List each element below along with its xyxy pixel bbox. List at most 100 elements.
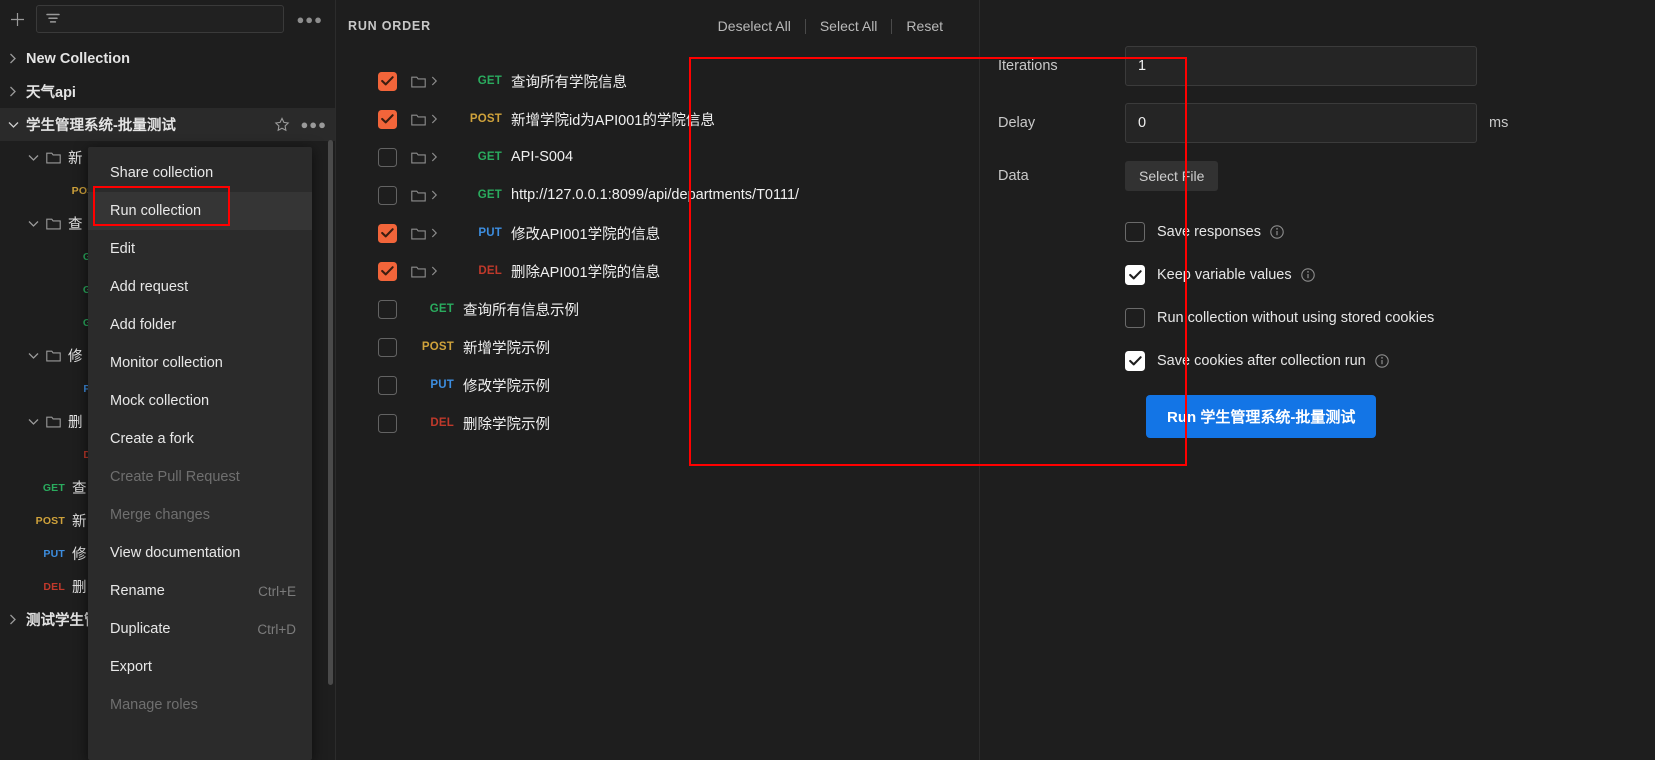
chevron-right-icon[interactable]: [0, 614, 26, 625]
sidebar-item-label: 新: [68, 151, 83, 167]
run-order-checkbox[interactable]: [378, 299, 397, 319]
run-order-row[interactable]: DEL 删除学院示例: [336, 404, 979, 442]
run-order-checkbox[interactable]: [378, 185, 397, 205]
folder-icon: [397, 189, 431, 202]
menu-item-label: Create Pull Request: [110, 469, 240, 485]
iterations-input[interactable]: [1125, 46, 1477, 86]
option-save-responses[interactable]: Save responses: [1125, 210, 1655, 253]
iterations-label: Iterations: [998, 58, 1058, 74]
run-order-list: GET 查询所有学院信息 POST 新增学院id为API001的学院信息 GET…: [336, 52, 979, 442]
sidebar-more-options-icon[interactable]: ●●●: [292, 12, 327, 27]
star-icon[interactable]: [274, 116, 290, 133]
chevron-right-icon: [431, 190, 459, 200]
run-order-row[interactable]: GET API-S004: [336, 138, 979, 176]
info-icon[interactable]: [1270, 224, 1284, 239]
menu-item-label: Monitor collection: [110, 355, 223, 371]
menu-item-share-collection[interactable]: Share collection: [88, 154, 312, 192]
chevron-down-icon[interactable]: [20, 220, 46, 228]
chevron-right-icon: [431, 114, 459, 124]
select-all-button[interactable]: Select All: [806, 18, 892, 34]
save-responses-checkbox[interactable]: [1125, 221, 1145, 242]
collection-more-options-icon[interactable]: ●●●: [290, 117, 327, 132]
run-order-checkbox[interactable]: [378, 337, 397, 357]
info-icon[interactable]: [1375, 353, 1389, 368]
sidebar-item-student-management-collection[interactable]: 学生管理系统-批量测试 ●●●: [0, 108, 335, 141]
chevron-down-icon[interactable]: [20, 154, 46, 162]
chevron-down-icon[interactable]: [20, 418, 46, 426]
menu-item-label: Merge changes: [110, 507, 210, 523]
menu-item-label: Mock collection: [110, 393, 210, 409]
option-keep-variable-values[interactable]: Keep variable values: [1125, 253, 1655, 296]
run-order-checkbox[interactable]: [378, 147, 397, 167]
option-save-cookies-after-run[interactable]: Save cookies after collection run: [1125, 339, 1655, 382]
chevron-right-icon[interactable]: [0, 53, 26, 64]
new-item-button[interactable]: [6, 8, 28, 30]
method-badge: POST: [35, 514, 65, 527]
run-order-checkbox[interactable]: [378, 261, 397, 281]
run-collection-button[interactable]: Run 学生管理系统-批量测试: [1146, 395, 1377, 438]
menu-item-add-request[interactable]: Add request: [88, 268, 312, 306]
folder-icon: [46, 415, 68, 428]
run-order-checkbox[interactable]: [378, 223, 397, 243]
folder-icon: [397, 227, 431, 240]
method-badge: PUT: [478, 227, 502, 239]
menu-item-label: Share collection: [110, 165, 214, 181]
menu-item-create-a-fork[interactable]: Create a fork: [88, 420, 312, 458]
run-without-cookies-checkbox[interactable]: [1125, 307, 1145, 328]
menu-item-add-folder[interactable]: Add folder: [88, 306, 312, 344]
menu-item-edit[interactable]: Edit: [88, 230, 312, 268]
menu-item-run-collection[interactable]: Run collection: [88, 192, 312, 230]
deselect-all-button[interactable]: Deselect All: [704, 18, 805, 34]
sidebar-item-label: 天气api: [26, 85, 76, 101]
search-input[interactable]: [36, 5, 285, 33]
filter-icon: [45, 12, 61, 26]
run-order-row[interactable]: POST 新增学院示例: [336, 328, 979, 366]
chevron-down-icon[interactable]: [20, 352, 46, 360]
run-order-row[interactable]: DEL 删除API001学院的信息: [336, 252, 979, 290]
method-badge: DEL: [43, 580, 65, 593]
menu-item-view-documentation[interactable]: View documentation: [88, 534, 312, 572]
option-run-without-stored-cookies[interactable]: Run collection without using stored cook…: [1125, 296, 1655, 339]
sidebar-item-label: New Collection: [26, 50, 130, 67]
info-icon[interactable]: [1300, 267, 1315, 282]
select-file-button[interactable]: Select File: [1125, 161, 1219, 191]
sidebar-item-weather-api[interactable]: 天气api: [0, 75, 335, 108]
menu-item-mock-collection[interactable]: Mock collection: [88, 382, 312, 420]
option-label: Keep variable values: [1157, 266, 1292, 283]
run-order-row[interactable]: GET http://127.0.0.1:8099/api/department…: [336, 176, 979, 214]
run-order-row[interactable]: PUT 修改API001学院的信息: [336, 214, 979, 252]
chevron-right-icon[interactable]: [0, 86, 26, 97]
menu-item-monitor-collection[interactable]: Monitor collection: [88, 344, 312, 382]
sidebar-item-new-collection[interactable]: New Collection: [0, 42, 335, 75]
menu-item-export[interactable]: Export: [88, 648, 312, 686]
folder-icon: [46, 217, 68, 230]
menu-item-rename[interactable]: Rename Ctrl+E: [88, 572, 312, 610]
method-badge: GET: [477, 151, 502, 163]
delay-input[interactable]: [1125, 103, 1477, 143]
menu-item-merge-changes: Merge changes: [88, 496, 312, 534]
menu-item-shortcut: Ctrl+D: [257, 621, 296, 637]
iterations-row: Iterations: [980, 46, 1655, 86]
run-config-panel: Iterations Delay ms Data Select File Sav…: [980, 0, 1655, 760]
method-badge: DEL: [430, 417, 454, 429]
sidebar-scrollbar[interactable]: [328, 140, 333, 685]
run-order-row[interactable]: PUT 修改学院示例: [336, 366, 979, 404]
option-label: Save cookies after collection run: [1157, 352, 1366, 369]
chevron-down-icon[interactable]: [0, 121, 26, 129]
run-order-header: RUN ORDER Deselect All Select All Reset: [336, 0, 979, 52]
reset-button[interactable]: Reset: [892, 18, 957, 34]
option-label: Save responses: [1157, 223, 1261, 240]
run-order-checkbox[interactable]: [378, 413, 397, 433]
run-options: Save responses Keep variable values Run …: [980, 210, 1655, 438]
folder-icon: [46, 349, 68, 362]
chevron-right-icon: [431, 266, 459, 276]
run-order-row[interactable]: GET 查询所有信息示例: [336, 290, 979, 328]
run-order-checkbox[interactable]: [378, 109, 397, 129]
run-order-checkbox[interactable]: [378, 375, 397, 395]
keep-variable-values-checkbox[interactable]: [1125, 264, 1145, 285]
run-order-row[interactable]: POST 新增学院id为API001的学院信息: [336, 100, 979, 138]
run-order-row[interactable]: GET 查询所有学院信息: [336, 62, 979, 100]
save-cookies-checkbox[interactable]: [1125, 350, 1145, 371]
run-order-checkbox[interactable]: [378, 71, 397, 91]
menu-item-duplicate[interactable]: Duplicate Ctrl+D: [88, 610, 312, 648]
